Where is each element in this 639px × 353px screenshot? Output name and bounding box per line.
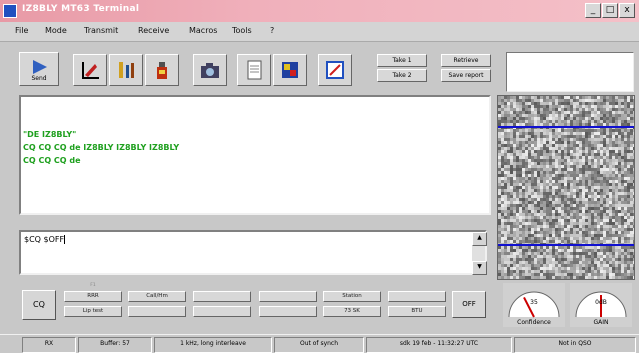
window-title: IZ8BLY MT63 Terminal bbox=[22, 4, 140, 14]
status-sync: Out of synch bbox=[274, 337, 364, 353]
macro-button-11[interactable]: 73 SK bbox=[323, 306, 381, 317]
menu-bar: File Mode Transmit Receive Macros Tools … bbox=[0, 22, 639, 42]
rx-line: CQ CQ CQ de bbox=[23, 156, 81, 165]
menu-file[interactable]: File bbox=[15, 26, 28, 35]
retrieve-button[interactable]: Retrieve bbox=[441, 54, 491, 67]
title-bar: IZ8BLY MT63 Terminal _ □ x bbox=[0, 0, 639, 22]
transmit-text-area[interactable]: $CQ $OFF ▲ ▼ bbox=[19, 230, 487, 275]
menu-macros[interactable]: Macros bbox=[189, 26, 217, 35]
status-bar: RX Buffer: 57 1 kHz, long interleave Out… bbox=[0, 334, 639, 353]
status-buffer: Buffer: 57 bbox=[78, 337, 152, 353]
tool-button-bottle[interactable] bbox=[145, 54, 179, 86]
confidence-value: 35 bbox=[530, 299, 538, 306]
tool-button-notepad[interactable] bbox=[318, 54, 352, 86]
status-mode: RX bbox=[22, 337, 76, 353]
document-icon bbox=[247, 60, 262, 80]
menu-help[interactable]: ? bbox=[270, 26, 274, 35]
macro-button-2[interactable]: Call/Hm bbox=[128, 291, 186, 302]
cq-button[interactable]: CQ bbox=[22, 290, 56, 320]
macro-button-10[interactable] bbox=[259, 306, 317, 317]
tool-button-document[interactable] bbox=[237, 54, 271, 86]
gain-label: GAIN bbox=[593, 319, 609, 326]
tools-icon bbox=[119, 62, 134, 78]
macro-button-1[interactable]: RRR bbox=[64, 291, 122, 302]
status-bandwidth: 1 kHz, long interleave bbox=[154, 337, 272, 353]
bottle-icon bbox=[157, 62, 167, 79]
band-lower-marker[interactable] bbox=[498, 244, 634, 246]
macro-key-label: F1 bbox=[90, 283, 96, 288]
macro-button-4[interactable] bbox=[259, 291, 317, 302]
scroll-up-icon[interactable]: ▲ bbox=[472, 232, 487, 246]
tx-content: $CQ $OFF bbox=[24, 235, 66, 244]
menu-tools[interactable]: Tools bbox=[232, 26, 252, 35]
save-report-button[interactable]: Save report bbox=[441, 69, 491, 82]
info-display bbox=[506, 52, 634, 92]
menu-mode[interactable]: Mode bbox=[45, 26, 67, 35]
send-label: Send bbox=[31, 75, 47, 82]
tx-text: $CQ $OFF bbox=[24, 235, 65, 244]
take1-button[interactable]: Take 1 bbox=[377, 54, 427, 67]
menu-receive[interactable]: Receive bbox=[138, 26, 169, 35]
waterfall-display[interactable] bbox=[497, 95, 635, 280]
close-button[interactable]: x bbox=[619, 3, 635, 18]
macro-button-3[interactable] bbox=[193, 291, 251, 302]
rx-line: CQ CQ CQ de IZ8BLY IZ8BLY IZ8BLY bbox=[23, 143, 180, 152]
tool-button-tools[interactable] bbox=[109, 54, 143, 86]
arrow-tool-icon bbox=[82, 62, 99, 79]
band-upper-marker[interactable] bbox=[498, 126, 634, 128]
tool-button-arrow[interactable] bbox=[73, 54, 107, 86]
confidence-gauge: 35 Confidence bbox=[503, 283, 565, 327]
text-cursor bbox=[64, 235, 66, 244]
camera-icon bbox=[201, 63, 219, 78]
off-button[interactable]: OFF bbox=[452, 291, 486, 318]
menu-transmit[interactable]: Transmit bbox=[84, 26, 118, 35]
tool-button-camera[interactable] bbox=[193, 54, 227, 86]
minimize-button[interactable]: _ bbox=[585, 3, 601, 18]
receive-text-area[interactable]: "DE IZ8BLY" CQ CQ CQ de IZ8BLY IZ8BLY IZ… bbox=[19, 95, 491, 215]
macro-button-6[interactable] bbox=[388, 291, 446, 302]
confidence-label: Confidence bbox=[517, 319, 551, 326]
palette-icon bbox=[282, 62, 298, 78]
status-datetime: sdk 19 feb - 11:32:27 UTC bbox=[366, 337, 512, 353]
gain-value: 0dB bbox=[595, 299, 607, 306]
macro-button-7[interactable]: Lip test bbox=[64, 306, 122, 317]
rx-line: "DE IZ8BLY" bbox=[23, 130, 77, 139]
status-qso: Not in QSO bbox=[514, 337, 636, 353]
tool-button-palette[interactable] bbox=[273, 54, 307, 86]
waterfall-noise bbox=[498, 96, 634, 279]
send-button[interactable]: Send bbox=[19, 52, 59, 86]
macro-button-5[interactable]: Station bbox=[323, 291, 381, 302]
scroll-down-icon[interactable]: ▼ bbox=[472, 261, 487, 275]
macro-button-12[interactable]: BTU bbox=[388, 306, 446, 317]
maximize-button[interactable]: □ bbox=[602, 3, 618, 18]
tx-scrollbar[interactable]: ▲ ▼ bbox=[472, 232, 487, 275]
notepad-icon bbox=[326, 61, 344, 79]
macro-button-8[interactable] bbox=[128, 306, 186, 317]
gain-gauge: 0dB GAIN bbox=[570, 283, 632, 327]
app-icon[interactable] bbox=[3, 4, 17, 18]
take2-button[interactable]: Take 2 bbox=[377, 69, 427, 82]
macro-button-9[interactable] bbox=[193, 306, 251, 317]
